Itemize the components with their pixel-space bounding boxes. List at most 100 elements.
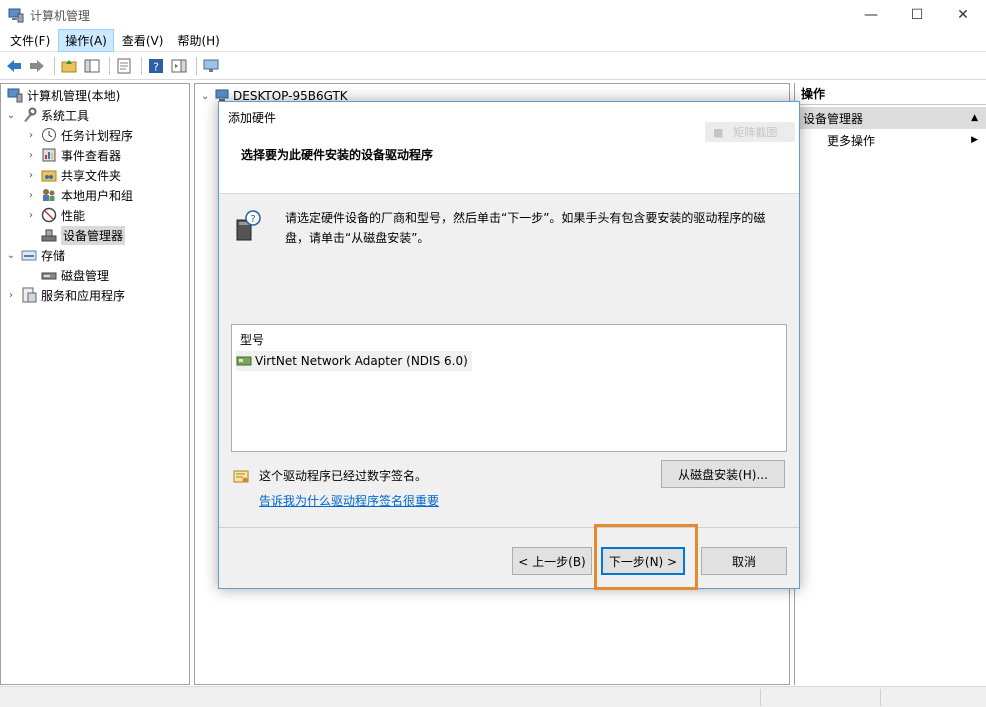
actions-section-device-manager[interactable]: 设备管理器 ▲ (795, 107, 986, 129)
signature-status: 这个驱动程序已经过数字签名。 (259, 469, 428, 483)
chevron-down-icon[interactable]: ⌄ (5, 110, 17, 121)
svg-text:?: ? (153, 61, 159, 74)
minimize-button[interactable]: — (848, 0, 894, 30)
network-adapter-icon (236, 355, 252, 367)
tree-label: 性能 (61, 208, 86, 223)
overlay-label-text: 矩阵截图 (733, 126, 778, 139)
status-bar (0, 686, 986, 707)
menu-view[interactable]: 查看(V) (116, 30, 170, 51)
tree-item-storage[interactable]: ⌄ 存储 (5, 245, 65, 265)
help-icon: ? (149, 59, 163, 74)
dialog-divider (219, 527, 799, 528)
have-disk-button[interactable]: 从磁盘安装(H)... (661, 460, 785, 488)
certificate-icon (233, 469, 249, 485)
chevron-right-icon[interactable]: › (25, 190, 37, 201)
tree-label: 本地用户和组 (61, 188, 134, 203)
tree-item-system-tools[interactable]: ⌄ 系统工具 (5, 105, 89, 125)
dialog-heading: 选择要为此硬件安装的设备驱动程序 (241, 148, 434, 162)
tree-label: 存储 (41, 248, 66, 263)
chevron-right-icon[interactable]: › (25, 130, 37, 141)
tree-item-performance[interactable]: › 性能 (25, 205, 85, 225)
computer-management-icon (8, 7, 24, 23)
tree-label: 任务计划程序 (61, 128, 134, 143)
tree-label: 共享文件夹 (61, 168, 122, 183)
model-list-item[interactable]: VirtNet Network Adapter (NDIS 6.0) (236, 351, 472, 371)
monitor-button[interactable] (201, 56, 221, 76)
menu-bar: 文件(F) 操作(A) 查看(V) 帮助(H) (0, 29, 986, 52)
back-button[interactable] (4, 56, 24, 76)
console-tree-icon (84, 59, 100, 73)
more-actions-item[interactable]: 更多操作 ▶ (795, 129, 986, 151)
add-hardware-dialog: 添加硬件 选择要为此硬件安装的设备驱动程序 ■ 矩阵截图 ? 请选定硬件设备的厂… (218, 101, 800, 589)
back-button[interactable]: < 上一步(B) (512, 547, 592, 575)
status-divider (760, 689, 761, 706)
tree-item-root[interactable]: 计算机管理(本地) (3, 85, 120, 105)
up-folder-button[interactable] (59, 56, 79, 76)
hardware-help-icon: ? (235, 210, 261, 242)
storage-icon (21, 247, 37, 263)
overlay-dot-icon: ■ (713, 125, 724, 139)
shared-folder-icon (41, 167, 57, 183)
show-action-pane-button[interactable] (169, 56, 189, 76)
status-divider (880, 689, 881, 706)
chevron-right-icon[interactable]: › (5, 290, 17, 301)
submenu-arrow-icon: ▶ (971, 135, 978, 145)
toolbar-separator (141, 57, 142, 75)
tree-item-shared-folders[interactable]: › 共享文件夹 (25, 165, 121, 185)
console-tree: 计算机管理(本地) ⌄ 系统工具 › 任务计划程序 › 事件查看器 › 共享文件… (0, 83, 190, 685)
next-button[interactable]: 下一步(N) > (601, 547, 685, 575)
tree-label: 设备管理器 (61, 225, 126, 245)
collapse-up-icon: ▲ (971, 113, 978, 123)
tree-item-local-users[interactable]: › 本地用户和组 (25, 185, 133, 205)
menu-action[interactable]: 操作(A) (58, 29, 114, 52)
chevron-right-icon[interactable]: › (25, 170, 37, 181)
tree-item-services-apps[interactable]: › 服务和应用程序 (5, 285, 125, 305)
tree-item-task-scheduler[interactable]: › 任务计划程序 (25, 125, 133, 145)
actions-section-label: 设备管理器 (803, 111, 864, 126)
toolbar: ? (0, 53, 986, 80)
forward-button[interactable] (27, 56, 47, 76)
clock-icon (41, 127, 57, 143)
help-button[interactable]: ? (146, 56, 166, 76)
chevron-right-icon[interactable]: › (25, 150, 37, 161)
tree-item-event-viewer[interactable]: › 事件查看器 (25, 145, 121, 165)
model-column-header: 型号 (240, 333, 265, 347)
title-bar: 计算机管理 — ☐ ✕ (0, 0, 986, 30)
services-icon (21, 287, 37, 303)
signature-info-link[interactable]: 告诉我为什么驱动程序签名很重要 (259, 492, 439, 509)
tree-item-disk-management[interactable]: 磁盘管理 (37, 265, 109, 285)
model-name: VirtNet Network Adapter (NDIS 6.0) (255, 354, 468, 368)
forward-arrow-icon (30, 60, 44, 72)
tree-item-device-manager[interactable]: 设备管理器 (37, 225, 126, 245)
chevron-down-icon[interactable]: ⌄ (201, 91, 215, 102)
menu-help[interactable]: 帮助(H) (171, 30, 225, 51)
toolbar-separator (54, 57, 55, 75)
minimize-icon: — (864, 7, 878, 23)
performance-icon (41, 207, 57, 223)
actions-header: 操作 (795, 83, 986, 105)
close-button[interactable]: ✕ (940, 0, 986, 30)
properties-button[interactable] (114, 56, 134, 76)
show-tree-button[interactable] (82, 56, 102, 76)
menu-file[interactable]: 文件(F) (4, 30, 56, 51)
maximize-icon: ☐ (910, 7, 924, 23)
tree-label: 服务和应用程序 (41, 288, 126, 303)
event-log-icon (41, 147, 57, 163)
tree-label: 系统工具 (41, 108, 90, 123)
tree-label: 事件查看器 (61, 148, 122, 163)
screenshot-overlay-label: ■ 矩阵截图 (705, 122, 795, 142)
computer-management-icon (7, 87, 23, 103)
cancel-button[interactable]: 取消 (701, 547, 787, 575)
properties-icon (117, 58, 131, 74)
tree-label: 计算机管理(本地) (27, 88, 121, 103)
dialog-title: 添加硬件 (228, 110, 277, 125)
chevron-right-icon[interactable]: › (25, 210, 37, 221)
action-pane-icon (171, 59, 187, 73)
window-title: 计算机管理 (30, 8, 91, 23)
tree-label: 磁盘管理 (61, 268, 110, 283)
toolbar-separator (196, 57, 197, 75)
chevron-down-icon[interactable]: ⌄ (5, 250, 17, 261)
model-list[interactable]: 型号 VirtNet Network Adapter (NDIS 6.0) (231, 324, 787, 452)
maximize-button[interactable]: ☐ (894, 0, 940, 30)
svg-text:?: ? (250, 214, 255, 225)
